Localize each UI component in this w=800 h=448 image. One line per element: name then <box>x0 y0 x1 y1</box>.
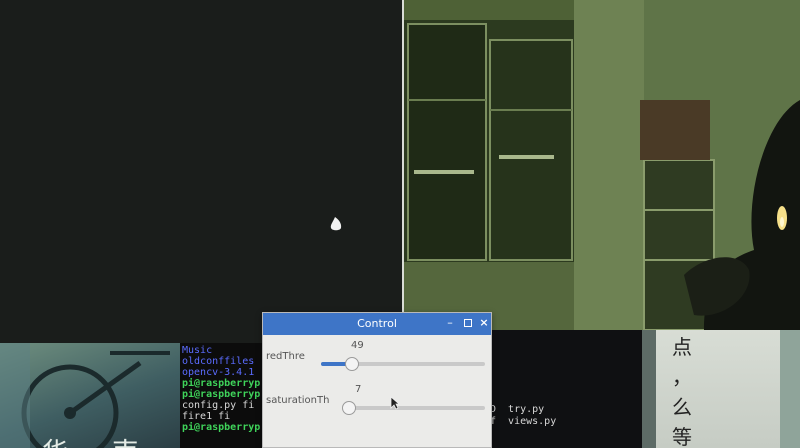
terminal-line: Music <box>182 345 213 356</box>
terminal-line: config.py fi <box>182 400 255 411</box>
control-window[interactable]: Control – × 49 redThre 7 saturationTh <box>262 312 492 448</box>
terminal-line: oldconffiles <box>182 356 255 367</box>
terminal-window[interactable]: Music oldconffiles opencv-3.4.1 pi@raspb… <box>180 343 262 448</box>
maximize-icon[interactable] <box>461 316 475 330</box>
trackbar-redthre: 49 redThre <box>263 337 493 377</box>
poster-border <box>642 330 656 448</box>
poster-char: 点 <box>672 335 692 359</box>
terminal-prompt: pi@raspberryp <box>182 389 261 400</box>
trackbar-label: redThre <box>266 351 305 362</box>
poster-char: 等 <box>672 425 692 448</box>
wallpaper-text: 华 南 <box>42 432 156 448</box>
detected-flame-blob <box>330 217 342 231</box>
desktop: 华 南 Music oldconffiles opencv-3.4.1 pi@r… <box>0 0 800 448</box>
terminal-line: opencv-3.4.1 <box>182 367 255 378</box>
trackbar-saturationth: 7 saturationTh <box>263 381 493 421</box>
slider-thumb[interactable] <box>342 401 357 415</box>
slider-track[interactable] <box>342 401 485 415</box>
close-icon[interactable]: × <box>477 316 491 330</box>
mouse-cursor-icon <box>390 396 400 410</box>
mask-image-window[interactable] <box>0 0 404 343</box>
poster-text-column: 点 ， 么 等 <box>664 330 700 448</box>
slider-thumb[interactable] <box>345 357 360 371</box>
camera-frame-image <box>404 0 800 330</box>
poster-char: ， <box>672 365 692 389</box>
terminal-window-2[interactable]: D try.py f views.py <box>490 330 642 448</box>
minimize-icon[interactable]: – <box>443 316 457 330</box>
terminal-line: fire1 fi <box>182 411 231 422</box>
poster-edge <box>780 330 800 448</box>
terminal-prompt: pi@raspberryp <box>182 422 261 433</box>
poster-char: 么 <box>672 395 692 419</box>
trackbar-value: 7 <box>355 384 362 395</box>
wallpaper-poster: 点 ， 么 等 <box>642 330 800 448</box>
camera-feed-window[interactable] <box>404 0 800 330</box>
trackbar-label: saturationTh <box>266 395 330 406</box>
control-titlebar[interactable]: Control – × <box>263 313 491 335</box>
file-listing: D try.py f views.py <box>490 404 557 427</box>
terminal-prompt: pi@raspberryp <box>182 378 261 389</box>
trackbar-value: 49 <box>351 340 364 351</box>
slider-track[interactable] <box>321 357 485 371</box>
